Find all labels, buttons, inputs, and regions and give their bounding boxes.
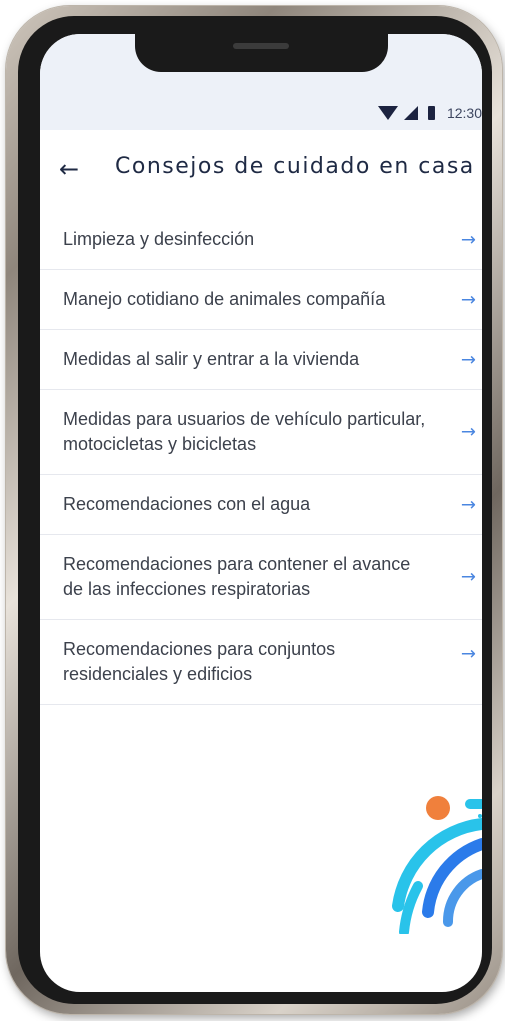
list-item-label: Manejo cotidiano de animales compañía [63, 289, 386, 309]
arrow-right-icon: → [460, 289, 476, 310]
list-item-label: Recomendaciones para conjuntos residenci… [63, 639, 336, 684]
speaker-grille [233, 43, 289, 49]
signal-icon [403, 106, 418, 120]
list-item-infecciones[interactable]: Recomendaciones para contener el avance … [40, 535, 482, 620]
page-title: Consejos de cuidado en casa [115, 154, 475, 179]
list-item-salir-entrar[interactable]: Medidas al salir y entrar a la vivienda … [40, 330, 482, 390]
list-item-label: Medidas al salir y entrar a la vivienda [63, 349, 360, 369]
wifi-icon [377, 106, 398, 120]
arrow-left-icon: ← [58, 155, 80, 183]
tips-list: Limpieza y desinfección → Manejo cotidia… [40, 210, 482, 705]
arrow-right-icon: → [460, 421, 476, 443]
list-item-label: Medidas para usuarios de vehículo partic… [63, 409, 426, 454]
arrow-right-icon: → [460, 229, 476, 250]
brand-logo-arcs [392, 796, 482, 934]
notch [135, 34, 388, 72]
list-item-label: Recomendaciones para contener el avance … [63, 554, 411, 599]
list-item-animales[interactable]: Manejo cotidiano de animales compañía → [40, 270, 482, 330]
status-bar: 12:30 [40, 34, 482, 130]
list-item-limpieza[interactable]: Limpieza y desinfección → [40, 210, 482, 270]
app-header: ← Consejos de cuidado en casa [40, 130, 482, 210]
arrow-right-icon: → [460, 643, 476, 665]
status-icons: 12:30 [377, 103, 482, 123]
list-item-label: Recomendaciones con el agua [63, 494, 311, 514]
list-item-vehiculo[interactable]: Medidas para usuarios de vehículo partic… [40, 390, 482, 475]
arrow-right-icon: → [460, 566, 476, 588]
app-screen: 12:30 ← Consejos de cuidado en casa Limp… [40, 34, 482, 992]
list-item-agua[interactable]: Recomendaciones con el agua → [40, 475, 482, 535]
arrow-right-icon: → [460, 494, 476, 515]
list-item-conjuntos[interactable]: Recomendaciones para conjuntos residenci… [40, 620, 482, 705]
battery-icon [427, 106, 435, 120]
status-time: 12:30 [446, 105, 482, 121]
arrow-right-icon: → [460, 349, 476, 370]
list-item-label: Limpieza y desinfección [63, 229, 255, 249]
back-button[interactable]: ← [54, 154, 84, 184]
